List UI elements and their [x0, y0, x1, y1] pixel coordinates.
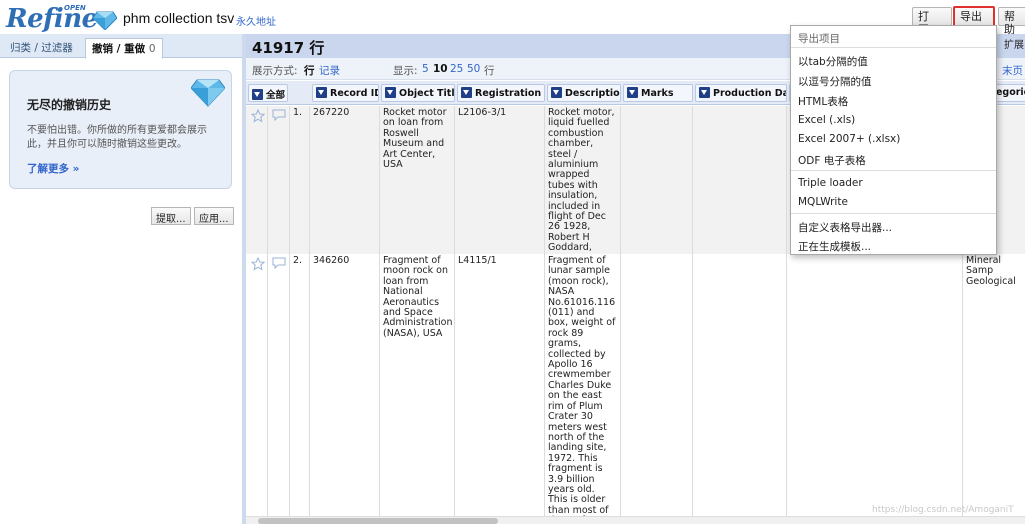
export-button-label: 导出 — [960, 10, 982, 23]
page-size-50[interactable]: 50 — [467, 63, 480, 75]
export-button[interactable]: 导出 — [953, 6, 995, 32]
extract-label: 提取... — [156, 214, 186, 225]
extract-button[interactable]: 提取... — [151, 207, 191, 225]
menu-item-csv[interactable]: 以逗号分隔的值 — [798, 74, 872, 89]
logo-open-text: OPEN — [64, 4, 86, 12]
column-label: Production Date — [713, 88, 786, 99]
menu-item-custom-exporter[interactable]: 自定义表格导出器... — [798, 220, 892, 235]
categories-cell[interactable]: Mineral Samp Geological — [963, 254, 1025, 524]
horizontal-scrollbar[interactable] — [246, 516, 1025, 524]
dropdown-icon[interactable] — [461, 87, 472, 98]
column-header-production-date[interactable]: Production Date — [695, 84, 787, 102]
tab-undo-label: 撤销 / 重做 — [92, 43, 146, 55]
mode-rows[interactable]: 行 — [304, 65, 315, 77]
dropdown-icon[interactable] — [627, 87, 638, 98]
row-number: 1. — [290, 106, 310, 254]
menu-item-templating[interactable]: 正在生成模板... — [798, 239, 871, 254]
production-date-cell[interactable] — [693, 254, 787, 524]
menu-item-mqlwrite[interactable]: MQLWrite — [798, 196, 848, 208]
export-menu: 导出项目 以tab分隔的值 以逗号分隔的值 HTML表格 Excel (.xls… — [790, 25, 997, 255]
dropdown-icon[interactable] — [252, 89, 263, 100]
table-row: 2. 346260 Fragment of moon rock on loan … — [246, 254, 1025, 524]
apply-label: 应用... — [199, 214, 229, 225]
production-date-cell[interactable] — [693, 106, 787, 254]
left-panel: 归类 / 过滤器 撤销 / 重做 0 无尽的撤销历史 不要怕出错。你所做的所有更… — [0, 34, 242, 524]
last-page-link[interactable]: 末页 — [1002, 63, 1023, 78]
column-header-object-title[interactable]: Object Title — [381, 84, 455, 102]
diamond-icon — [191, 79, 225, 107]
dropdown-icon[interactable] — [385, 87, 396, 98]
marks-cell[interactable] — [621, 106, 693, 254]
help-button[interactable]: 帮助 — [998, 7, 1025, 36]
marks-cell[interactable] — [621, 254, 693, 524]
show-label: 显示: — [393, 65, 418, 77]
page-size-10[interactable]: 10 — [433, 63, 448, 75]
column-header-description[interactable]: Description. — [547, 84, 621, 102]
menu-divider — [791, 47, 996, 48]
hidden-cell[interactable] — [787, 254, 963, 524]
star-icon[interactable] — [251, 109, 265, 123]
undo-history-box: 无尽的撤销历史 不要怕出错。你所做的所有更爱都会展示此，并且你可以随时撤销这些更… — [9, 70, 232, 189]
menu-divider — [791, 213, 996, 214]
menu-item-tsv[interactable]: 以tab分隔的值 — [798, 54, 868, 69]
flag-icon[interactable] — [272, 109, 286, 121]
diamond-icon — [93, 11, 117, 30]
extend-button[interactable]: 扩展 — [1004, 36, 1024, 51]
menu-item-odf[interactable]: ODF 电子表格 — [798, 153, 866, 168]
show-as-label: 展示方式: — [252, 65, 298, 77]
row-count: 41917 行 — [252, 39, 325, 57]
column-label: 全部 — [266, 90, 286, 101]
project-title[interactable]: phm collection tsv — [123, 10, 234, 26]
column-label: Description. — [565, 88, 620, 99]
column-label: Registration Nur — [475, 88, 544, 99]
watermark: https://blog.csdn.net/AmoganiT — [872, 505, 1014, 515]
column-header-record-id[interactable]: Record ID — [312, 84, 379, 102]
help-button-label: 帮助 — [1004, 10, 1015, 36]
menu-item-xlsx[interactable]: Excel 2007+ (.xlsx) — [798, 133, 900, 145]
column-header-marks[interactable]: Marks — [623, 84, 693, 102]
menu-item-xls[interactable]: Excel (.xls) — [798, 114, 855, 126]
column-label: Object Title — [399, 88, 455, 99]
flag-icon[interactable] — [272, 257, 286, 269]
undo-title: 无尽的撤销历史 — [27, 98, 112, 112]
dropdown-icon[interactable] — [699, 87, 710, 98]
row-number: 2. — [290, 254, 310, 524]
tab-undo-redo[interactable]: 撤销 / 重做 0 — [85, 38, 163, 59]
dropdown-icon[interactable] — [551, 87, 562, 98]
object-title-cell[interactable]: Rocket motor on loan from Roswell Museum… — [380, 106, 455, 254]
object-title-cell[interactable]: Fragment of moon rock on loan from Natio… — [380, 254, 455, 524]
apply-button[interactable]: 应用... — [194, 207, 234, 225]
mode-records-link[interactable]: 记录 — [319, 65, 340, 77]
record-id-cell[interactable]: 346260 — [310, 254, 380, 524]
left-tabs: 归类 / 过滤器 撤销 / 重做 0 — [0, 34, 242, 59]
rows-suffix: 行 — [484, 65, 495, 77]
description-cell[interactable]: Fragment of lunar sample (moon rock), NA… — [545, 254, 621, 524]
undo-description: 不要怕出错。你所做的所有更爱都会展示此，并且你可以随时撤销这些更改。 — [27, 125, 207, 150]
page-size-25[interactable]: 25 — [450, 63, 463, 75]
tab-facet-filter[interactable]: 归类 / 过滤器 — [4, 38, 79, 58]
column-label: Record ID — [330, 88, 379, 99]
page-size-5[interactable]: 5 — [422, 63, 429, 75]
column-label: Marks — [641, 88, 674, 99]
open-button[interactable]: 打开... — [912, 7, 952, 36]
learn-more-link[interactable]: 了解更多 » — [27, 161, 79, 176]
menu-item-html-table[interactable]: HTML表格 — [798, 94, 848, 109]
menu-item-export-project[interactable]: 导出项目 — [798, 31, 840, 46]
permalink-link[interactable]: 永久地址 — [236, 13, 276, 28]
undo-count: 0 — [148, 43, 156, 55]
dropdown-icon[interactable] — [316, 87, 327, 98]
column-header-registration[interactable]: Registration Nur — [457, 84, 545, 102]
registration-cell[interactable]: L4115/1 — [455, 254, 545, 524]
description-cell[interactable]: Rocket motor, liquid fuelled combustion … — [545, 106, 621, 254]
star-icon[interactable] — [251, 257, 265, 271]
registration-cell[interactable]: L2106-3/1 — [455, 106, 545, 254]
tab-facet-label: 归类 / 过滤器 — [10, 42, 73, 54]
menu-item-triple-loader[interactable]: Triple loader — [798, 177, 863, 189]
scrollbar-thumb[interactable] — [258, 518, 498, 524]
record-id-cell[interactable]: 267220 — [310, 106, 380, 254]
column-header-all[interactable]: 全部 — [248, 84, 288, 102]
menu-divider — [791, 170, 996, 171]
